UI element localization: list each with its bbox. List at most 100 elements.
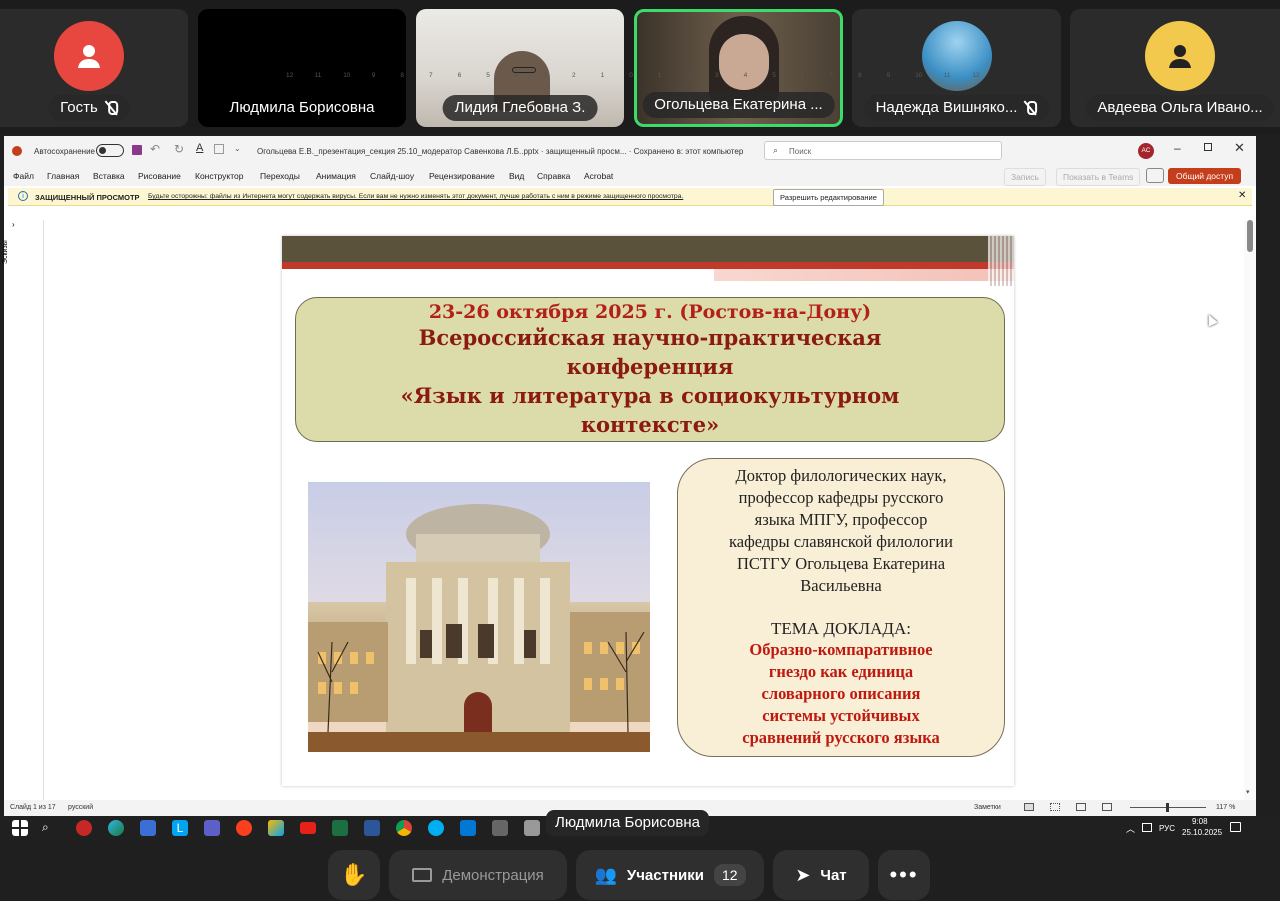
vertical-scrollbar[interactable]: ▾ [1244, 220, 1256, 800]
autosave-toggle[interactable] [96, 144, 124, 157]
participants-button[interactable]: 👥 Участники 12 [576, 850, 764, 900]
chrome-icon[interactable] [396, 820, 412, 836]
minimize-button[interactable]: – [1174, 141, 1181, 155]
customize-icon[interactable]: ⌄ [234, 144, 241, 153]
conference-title-line: Всероссийская научно-практическая [418, 325, 882, 350]
search-input[interactable]: ⌕ Поиск [764, 141, 1002, 160]
author-line: Васильевна [800, 576, 882, 595]
clock-date[interactable]: 25.10.2025 [1182, 828, 1222, 837]
tab-home[interactable]: Главная [47, 171, 79, 181]
tab-insert[interactable]: Вставка [93, 171, 125, 181]
normal-view-icon[interactable] [1024, 803, 1034, 811]
thumbnails-label: Эскизы [2, 240, 9, 264]
record-button[interactable]: Запись [1004, 168, 1046, 186]
slideshow-icon[interactable] [1102, 803, 1112, 811]
teams-button[interactable]: Показать в Teams [1056, 168, 1141, 186]
search-icon[interactable]: ⌕ [42, 820, 58, 836]
ruler-tick: 2 [686, 72, 691, 79]
tray-chevron-icon[interactable]: ︿ [1126, 822, 1135, 835]
tab-design[interactable]: Конструктор [195, 171, 243, 181]
yandex-icon[interactable] [236, 820, 252, 836]
app-icon[interactable] [524, 820, 540, 836]
comments-icon[interactable] [1146, 168, 1164, 183]
participants-strip: Гость Людмила Борисовна Лидия Глебовна З… [0, 0, 1280, 134]
conference-dates: 23-26 октября 2025 г. (Ростов-на-Дону) [428, 301, 872, 323]
next-slide-icon[interactable]: ▾ [1246, 788, 1250, 796]
zoom-slider[interactable] [1130, 803, 1206, 812]
slide-header-band [282, 236, 1014, 262]
ruler-tick: 4 [514, 72, 519, 79]
participant-tile[interactable]: Авдеева Ольга Ивано... [1070, 9, 1280, 127]
notes-button[interactable]: Заметки [974, 804, 1001, 811]
share-button[interactable]: Общий доступ [1168, 168, 1242, 184]
user-icon [54, 21, 124, 91]
windows-start-icon[interactable] [12, 820, 28, 836]
calculator-icon[interactable] [492, 820, 508, 836]
teams-icon[interactable] [204, 820, 220, 836]
participants-count: 12 [713, 864, 746, 886]
slide-sorter-icon[interactable] [1050, 803, 1060, 811]
ruler-tick: 1 [657, 72, 662, 79]
language-status: русский [68, 804, 94, 811]
more-options-button[interactable]: ••• [878, 850, 930, 900]
chat-button[interactable]: ➤ Чат [773, 850, 869, 900]
tab-review[interactable]: Рецензирование [429, 171, 495, 181]
participant-tile[interactable]: Гость [0, 9, 188, 127]
participant-name: Авдеева Ольга Ивано... [1097, 99, 1263, 116]
slide-red-band [282, 262, 1014, 269]
tab-slideshow[interactable]: Слайд-шоу [370, 171, 414, 181]
mail-icon[interactable] [460, 820, 476, 836]
maximize-button[interactable] [1204, 143, 1212, 151]
screen-share-button[interactable]: Демонстрация [389, 850, 567, 900]
tab-transitions[interactable]: Переходы [260, 171, 300, 181]
close-button[interactable]: ✕ [1234, 140, 1245, 156]
participant-name: Надежда Вишняко... [875, 99, 1018, 116]
font-color-icon[interactable]: A [196, 142, 203, 154]
keyboard-language[interactable]: РУС [1159, 824, 1175, 833]
account-avatar[interactable]: АС [1138, 143, 1154, 159]
expand-icon[interactable]: › [12, 220, 15, 229]
undo-icon[interactable]: ↶ [150, 142, 160, 156]
topic-line: словарного описания [761, 684, 921, 703]
slide-pink-band [714, 269, 1014, 281]
close-icon[interactable]: ✕ [1238, 190, 1246, 201]
notifications-icon[interactable] [1230, 822, 1241, 832]
zoom-level[interactable]: 117 % [1216, 804, 1235, 811]
app-icon[interactable] [76, 820, 92, 836]
word-icon[interactable] [364, 820, 380, 836]
tab-help[interactable]: Справка [537, 171, 570, 181]
powerpoint-icon [12, 146, 22, 156]
raise-hand-button[interactable]: ✋ [328, 850, 380, 900]
tab-file[interactable]: Файл [13, 171, 34, 181]
tab-view[interactable]: Вид [509, 171, 524, 181]
network-icon[interactable] [1142, 823, 1152, 832]
save-icon[interactable] [132, 145, 142, 155]
enable-editing-button[interactable]: Разрешить редактирование [773, 189, 884, 206]
reading-view-icon[interactable] [1076, 803, 1086, 811]
app-l-icon[interactable]: L [172, 820, 188, 836]
ruler-tick: 5 [772, 72, 776, 79]
tab-acrobat[interactable]: Acrobat [584, 171, 613, 181]
protected-message: Будьте осторожны: файлы из Интернета мог… [148, 193, 684, 200]
tab-animations[interactable]: Анимация [316, 171, 356, 181]
participant-tile[interactable]: Лидия Глебовна З. [416, 9, 624, 127]
store-icon[interactable] [140, 820, 156, 836]
chat-label: Чат [820, 866, 847, 884]
participant-tile[interactable]: Людмила Борисовна [198, 9, 406, 127]
participant-tile[interactable]: Надежда Вишняко... [852, 9, 1061, 127]
edge-icon[interactable] [108, 820, 124, 836]
clock-time[interactable]: 9:08 [1192, 817, 1208, 826]
youtube-icon[interactable] [300, 822, 316, 834]
skype-icon[interactable] [428, 820, 444, 836]
redo-icon[interactable]: ↻ [174, 142, 184, 156]
screenshot-icon[interactable] [214, 144, 224, 154]
photos-icon[interactable] [268, 820, 284, 836]
participant-tile-speaking[interactable]: Огольцева Екатерина ... [634, 9, 843, 127]
topic-line: Образно-компаративное [749, 640, 933, 659]
excel-icon[interactable] [332, 820, 348, 836]
ruler-tick: 10 [915, 72, 923, 79]
ruler-tick: 8 [400, 72, 405, 79]
search-icon: ⌕ [773, 145, 779, 155]
participants-label: Участники [626, 866, 704, 884]
tab-draw[interactable]: Рисование [138, 171, 181, 181]
